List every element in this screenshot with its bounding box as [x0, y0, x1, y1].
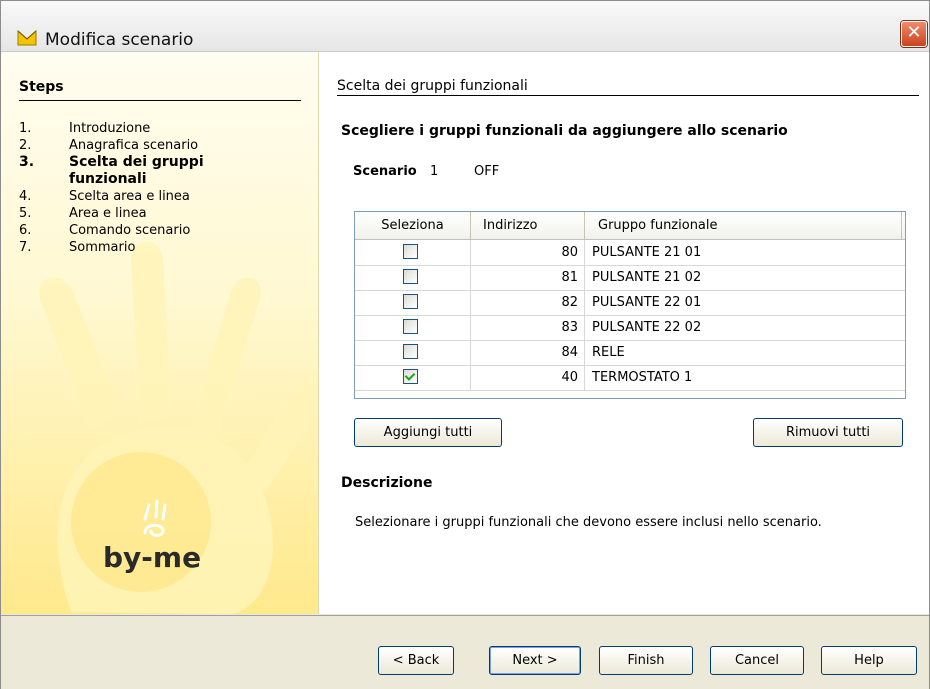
step-label: Scelta area e linea	[69, 189, 190, 204]
app-icon	[17, 30, 37, 46]
select-checkbox[interactable]	[403, 294, 418, 309]
add-all-button[interactable]: Aggiungi tutti	[354, 418, 502, 447]
column-header-seleziona[interactable]: Seleziona	[355, 212, 471, 239]
address-cell: 84	[471, 340, 585, 365]
group-cell: PULSANTE 21 01	[592, 245, 702, 260]
step-number: 2.	[19, 138, 32, 153]
table-row[interactable]: 82 PULSANTE 22 01	[355, 290, 905, 316]
step-number: 3.	[19, 154, 35, 170]
step-item: 4. Scelta area e linea	[19, 188, 239, 205]
address-cell: 82	[471, 290, 585, 315]
table-row[interactable]: 84 RELE	[355, 340, 905, 366]
section-divider	[337, 95, 919, 96]
step-number: 6.	[19, 223, 32, 238]
step-number: 1.	[19, 121, 32, 136]
wizard-footer: < Back Next > Finish Cancel Help	[1, 615, 929, 689]
address-cell: 80	[471, 240, 585, 265]
table-row[interactable]: 80 PULSANTE 21 01	[355, 240, 905, 266]
step-item: 1. Introduzione	[19, 120, 239, 137]
group-cell: PULSANTE 22 01	[592, 295, 702, 310]
scenario-state: OFF	[474, 164, 500, 179]
steps-list: 1. Introduzione 2. Anagrafica scenario 3. S…	[19, 120, 239, 256]
steps-title: Steps	[19, 79, 64, 95]
step-item: 7. Sommario	[19, 239, 239, 256]
instruction-heading: Scegliere i gruppi funzionali da aggiung…	[341, 123, 788, 139]
step-number: 4.	[19, 189, 32, 204]
step-label: Comando scenario	[69, 223, 191, 238]
window-title: Modifica scenario	[45, 30, 194, 50]
next-button[interactable]: Next >	[489, 646, 581, 675]
help-button[interactable]: Help	[821, 646, 917, 675]
select-checkbox[interactable]	[403, 344, 418, 359]
step-number: 5.	[19, 206, 32, 221]
remove-all-button[interactable]: Rimuovi tutti	[753, 418, 903, 447]
step-item: 5. Area e linea	[19, 205, 239, 222]
step-number: 7.	[19, 240, 32, 255]
select-checkbox[interactable]	[403, 319, 418, 334]
table-row[interactable]: 40 TERMOSTATO 1	[355, 365, 905, 391]
logo-text: by-me	[103, 541, 201, 574]
steps-divider	[19, 100, 301, 101]
select-checkbox[interactable]	[403, 244, 418, 259]
description-text: Selezionare i gruppi funzionali che devo…	[355, 515, 822, 530]
step-item: 6. Comando scenario	[19, 222, 239, 239]
table-row[interactable]: 81 PULSANTE 21 02	[355, 265, 905, 291]
step-label: Introduzione	[69, 121, 151, 136]
table-row[interactable]: 83 PULSANTE 22 02	[355, 315, 905, 341]
group-cell: RELE	[592, 345, 625, 360]
close-button[interactable]: ✕	[901, 21, 927, 47]
group-cell: TERMOSTATO 1	[592, 370, 693, 385]
table-header: Seleziona Indirizzo Gruppo funzionale	[355, 212, 905, 240]
step-label: Area e linea	[69, 206, 147, 221]
steps-sidebar: Steps 1. Introduzione 2. Anagrafica scenar…	[1, 52, 319, 614]
section-title: Scelta dei gruppi funzionali	[337, 78, 528, 94]
step-item-current: 3. Scelta dei gruppi funzionali	[19, 154, 239, 188]
description-title: Descrizione	[341, 475, 433, 491]
back-button[interactable]: < Back	[378, 646, 454, 675]
address-cell: 40	[471, 365, 585, 390]
finish-button[interactable]: Finish	[599, 646, 693, 675]
step-label: Sommario	[69, 240, 136, 255]
select-checkbox-checked[interactable]	[403, 369, 418, 384]
group-cell: PULSANTE 21 02	[592, 270, 702, 285]
step-label: Scelta dei gruppi funzionali	[69, 154, 204, 187]
group-cell: PULSANTE 22 02	[592, 320, 702, 335]
wizard-window: Modifica scenario ✕ Steps 1. Introduzione…	[0, 0, 930, 689]
step-label: Anagrafica scenario	[69, 138, 199, 153]
address-cell: 81	[471, 265, 585, 290]
by-me-logo: by-me	[103, 499, 201, 574]
step-item: 2. Anagrafica scenario	[19, 137, 239, 154]
column-header-gruppo[interactable]: Gruppo funzionale	[586, 212, 902, 239]
scenario-label: Scenario	[353, 164, 417, 179]
title-bar[interactable]: Modifica scenario ✕	[1, 1, 929, 52]
scenario-number: 1	[430, 164, 439, 179]
select-checkbox[interactable]	[403, 269, 418, 284]
address-cell: 83	[471, 315, 585, 340]
groups-table: Seleziona Indirizzo Gruppo funzionale 80…	[354, 211, 906, 399]
close-icon: ✕	[906, 22, 922, 43]
column-header-indirizzo[interactable]: Indirizzo	[471, 212, 585, 239]
main-panel: Scelta dei gruppi funzionali Scegliere i…	[319, 52, 929, 614]
cancel-button[interactable]: Cancel	[710, 646, 804, 675]
